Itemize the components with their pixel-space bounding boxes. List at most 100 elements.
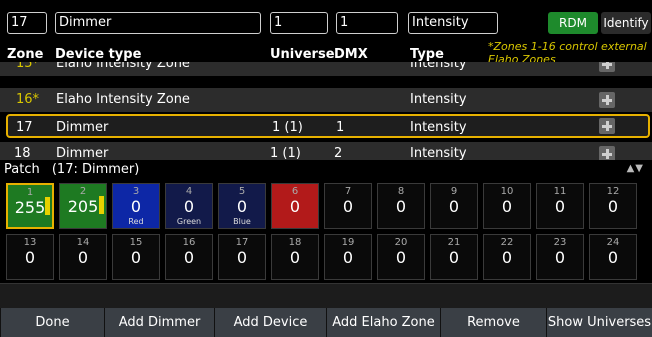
- channel-cell[interactable]: 60: [271, 183, 319, 229]
- channel-cell[interactable]: 11 0: [536, 183, 584, 229]
- channel-cell[interactable]: 24 0: [589, 234, 637, 280]
- add-dimmer-button[interactable]: Add Dimmer: [104, 308, 214, 337]
- row-device: Elaho Intensity Zone: [56, 62, 190, 71]
- channel-cell[interactable]: 1 255: [6, 183, 54, 229]
- channel-cell[interactable]: 17 0: [218, 234, 266, 280]
- channel-number: 3: [132, 186, 140, 197]
- row-type: Intensity: [410, 92, 467, 107]
- channel-cell[interactable]: 18 0: [271, 234, 319, 280]
- channel-value: 0: [554, 197, 566, 216]
- channel-number: 21: [447, 237, 461, 248]
- channel-number: 19: [341, 237, 355, 248]
- channel-number: 4: [185, 186, 193, 197]
- channel-number: 20: [394, 237, 408, 248]
- patch-label: Patch: [4, 162, 40, 177]
- channel-value: 0: [501, 248, 513, 267]
- patch-header: Patch (17: Dimmer) ▲▼: [0, 160, 652, 180]
- type-input[interactable]: Intensity: [408, 12, 498, 34]
- column-header-dmx: DMX: [334, 47, 368, 62]
- channel-number: 16: [182, 237, 196, 248]
- channel-number: 23: [553, 237, 567, 248]
- channel-color-label: Blue: [233, 217, 251, 226]
- channel-value: 0: [236, 248, 248, 267]
- row-type: Intensity: [410, 62, 467, 71]
- channel-value: 0: [607, 197, 619, 216]
- edit-bar: 17 Dimmer 1 1 Intensity RDM Identify: [0, 0, 652, 44]
- add-icon[interactable]: [599, 92, 615, 108]
- row-device: Elaho Intensity Zone: [56, 92, 190, 107]
- done-button[interactable]: Done: [0, 308, 104, 337]
- rdm-button[interactable]: RDM: [548, 12, 598, 34]
- channel-number: 11: [553, 186, 567, 197]
- level-bar: [99, 196, 104, 214]
- channel-value: 0: [607, 248, 619, 267]
- channel-cell[interactable]: 90: [430, 183, 478, 229]
- row-type: Intensity: [410, 146, 467, 160]
- channel-color-label: Red: [128, 217, 144, 226]
- channel-cell[interactable]: 80: [377, 183, 425, 229]
- row-dmx: 1: [336, 120, 345, 135]
- zone-input[interactable]: 17: [7, 12, 47, 34]
- channel-cell[interactable]: 5 0 Blue: [218, 183, 266, 229]
- identify-button[interactable]: Identify: [601, 12, 651, 34]
- channel-value: 0: [130, 197, 142, 216]
- add-icon[interactable]: [599, 62, 615, 72]
- channel-number: 22: [500, 237, 514, 248]
- scroll-arrows-icon[interactable]: ▲▼: [627, 163, 644, 174]
- device-row-selected[interactable]: 17 Dimmer 1 (1) 1 Intensity: [6, 114, 650, 138]
- device-row[interactable]: 15* Elaho Intensity Zone Intensity: [0, 62, 652, 76]
- empty-area: [0, 283, 652, 308]
- add-device-button[interactable]: Add Device: [214, 308, 326, 337]
- add-elaho-zone-button[interactable]: Add Elaho Zone: [326, 308, 440, 337]
- column-header-type: Type: [410, 47, 444, 62]
- device-list[interactable]: 15* Elaho Intensity Zone Intensity 16* E…: [0, 62, 652, 160]
- channel-number: 7: [344, 186, 352, 197]
- row-zone: 18: [14, 146, 31, 160]
- channel-value: 0: [395, 248, 407, 267]
- channel-cell[interactable]: 15 0: [112, 234, 160, 280]
- channel-cell[interactable]: 3 0 Red: [112, 183, 160, 229]
- add-icon[interactable]: [599, 146, 615, 160]
- channel-value: 0: [289, 248, 301, 267]
- channel-cell[interactable]: 22 0: [483, 234, 531, 280]
- show-universes-button[interactable]: Show Universes: [546, 308, 652, 337]
- remove-button[interactable]: Remove: [440, 308, 546, 337]
- channel-cell[interactable]: 12 0: [589, 183, 637, 229]
- device-type-input[interactable]: Dimmer: [55, 12, 261, 34]
- channel-value: 0: [24, 248, 36, 267]
- channel-number: 9: [450, 186, 458, 197]
- add-icon[interactable]: [599, 118, 615, 134]
- channel-cell[interactable]: 14 0: [59, 234, 107, 280]
- row-zone: 16*: [16, 92, 40, 107]
- channel-cell[interactable]: 21 0: [430, 234, 478, 280]
- channel-number: 13: [23, 237, 37, 248]
- universe-input[interactable]: 1: [270, 12, 328, 34]
- row-zone: 15*: [16, 62, 40, 71]
- channel-number: 5: [238, 186, 246, 197]
- row-dmx: 2: [334, 146, 343, 160]
- channel-number: 6: [291, 186, 299, 197]
- channel-number: 17: [235, 237, 249, 248]
- channel-cell[interactable]: 19 0: [324, 234, 372, 280]
- channel-cell[interactable]: 23 0: [536, 234, 584, 280]
- dmx-input[interactable]: 1: [336, 12, 398, 34]
- channel-number: 12: [606, 186, 620, 197]
- channel-cell[interactable]: 16 0: [165, 234, 213, 280]
- channel-value: 0: [236, 197, 248, 216]
- device-row[interactable]: 16* Elaho Intensity Zone Intensity: [0, 88, 652, 112]
- channel-cell[interactable]: 20 0: [377, 234, 425, 280]
- channel-value: 0: [183, 248, 195, 267]
- channel-value: 0: [448, 248, 460, 267]
- channel-cell[interactable]: 4 0 Green: [165, 183, 213, 229]
- channel-number: 14: [76, 237, 90, 248]
- column-header-device-type: Device type: [55, 47, 142, 62]
- channel-cell[interactable]: 10 0: [483, 183, 531, 229]
- device-row[interactable]: 18 Dimmer 1 (1) 2 Intensity: [0, 142, 652, 160]
- channel-cell[interactable]: 70: [324, 183, 372, 229]
- channel-cell[interactable]: 13 0: [6, 234, 54, 280]
- channel-cell[interactable]: 2 205: [59, 183, 107, 229]
- channel-number: 24: [606, 237, 620, 248]
- channel-value: 0: [395, 197, 407, 216]
- channel-number: 10: [500, 186, 514, 197]
- row-device: Dimmer: [56, 146, 109, 160]
